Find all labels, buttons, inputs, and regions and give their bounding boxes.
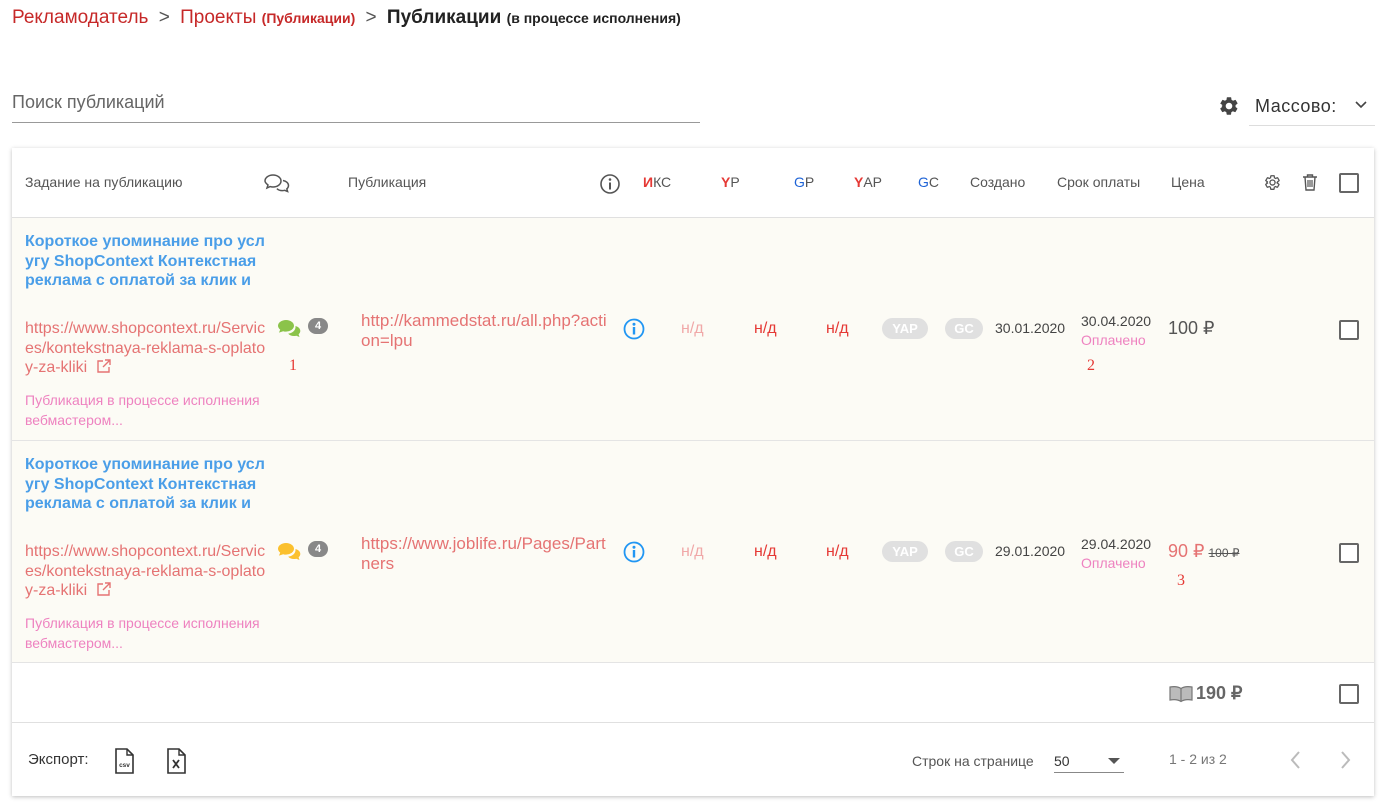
due-date: 29.04.2020 <box>1081 536 1152 552</box>
annotation-marker: 2 <box>1087 357 1095 374</box>
export-label: Экспорт: <box>28 751 89 768</box>
gc-badge: GC <box>945 541 983 562</box>
yr-value: н/д <box>754 320 777 337</box>
comments-count-badge: 4 <box>308 318 328 334</box>
info-icon <box>600 174 620 194</box>
header-gc[interactable]: GC <box>918 174 939 190</box>
created-date: 30.01.2020 <box>995 320 1066 336</box>
price: 100 ₽ <box>1168 318 1215 338</box>
select-all-checkbox[interactable] <box>1339 173 1359 193</box>
status-text: Публикация в процессе исполнения вебмаст… <box>25 615 260 651</box>
settings-icon[interactable] <box>1264 174 1281 191</box>
publications-table: Задание на публикацию Публикация ИКС YР … <box>12 148 1374 796</box>
paid-status: Оплачено <box>1081 332 1146 348</box>
paid-status: Оплачено <box>1081 555 1146 571</box>
yap-badge: YAP <box>882 318 928 339</box>
breadcrumb-projects-sub[interactable]: (Публикации) <box>262 10 356 26</box>
yr-value: н/д <box>754 543 777 560</box>
chevron-down-icon <box>1355 101 1367 109</box>
header-publication[interactable]: Публикация <box>348 174 426 190</box>
task-url-link[interactable]: https://www.shopcontext.ru/Services/kont… <box>25 319 270 378</box>
header-due[interactable]: Срок оплаты <box>1057 174 1140 190</box>
chevron-left-icon[interactable] <box>1286 749 1306 771</box>
breadcrumb-projects-label[interactable]: Проекты <box>180 7 256 28</box>
gear-icon[interactable] <box>1218 95 1240 117</box>
header-task[interactable]: Задание на публикацию <box>25 174 183 190</box>
old-price: 100 ₽ <box>1208 546 1240 560</box>
task-url-link[interactable]: https://www.shopcontext.ru/Services/kont… <box>25 542 270 601</box>
header-price[interactable]: Цена <box>1171 174 1205 190</box>
yap-badge: YAP <box>882 541 928 562</box>
table-header: Задание на публикацию Публикация ИКС YР … <box>12 148 1374 218</box>
total-sum: 190 ₽ <box>1168 683 1243 704</box>
breadcrumb-separator: > <box>365 7 377 28</box>
info-icon[interactable] <box>623 541 645 563</box>
chevron-right-icon[interactable] <box>1335 749 1355 771</box>
task-title-link[interactable]: Короткое упоминание про услугу ShopConte… <box>25 232 270 291</box>
breadcrumb-projects[interactable]: Проекты (Публикации) <box>180 7 355 28</box>
row-checkbox[interactable] <box>1339 543 1359 563</box>
table-row: Короткое упоминание про услугу ShopConte… <box>12 441 1374 663</box>
annotation-marker: 1 <box>289 357 297 374</box>
publication-url-link[interactable]: http://kammedstat.ru/all.php?action=lpu <box>361 311 609 351</box>
trash-icon[interactable] <box>1302 173 1318 191</box>
task-title-link[interactable]: Короткое упоминание про услугу ShopConte… <box>25 455 270 514</box>
header-yap[interactable]: YАР <box>854 174 882 190</box>
external-link-icon[interactable] <box>96 358 112 374</box>
gr-value: н/д <box>826 543 849 560</box>
breadcrumb-advertiser[interactable]: Рекламодатель <box>12 7 148 28</box>
header-gr[interactable]: GР <box>794 174 814 190</box>
iks-value: н/д <box>681 543 704 560</box>
caret-down-icon <box>1108 758 1120 764</box>
discounted-price: 90 ₽ <box>1168 541 1205 561</box>
comments-count-badge: 4 <box>308 541 328 557</box>
breadcrumb-separator: > <box>158 7 170 28</box>
gc-badge: GC <box>945 318 983 339</box>
due-date: 30.04.2020 <box>1081 313 1152 329</box>
book-icon <box>1169 685 1193 702</box>
header-yr[interactable]: YР <box>721 174 740 190</box>
annotation-marker: 3 <box>1177 572 1185 589</box>
table-row: Короткое упоминание про услугу ShopConte… <box>12 218 1374 441</box>
chat-bubble-icon[interactable] <box>276 318 302 340</box>
search-input[interactable] <box>12 86 700 123</box>
header-iks[interactable]: ИКС <box>643 174 671 190</box>
total-checkbox[interactable] <box>1339 684 1359 704</box>
pagination-range: 1 - 2 из 2 <box>1169 751 1227 767</box>
page-title: Публикации <box>386 7 502 28</box>
created-date: 29.01.2020 <box>995 543 1066 559</box>
total-sum-value: 190 ₽ <box>1196 683 1243 703</box>
gr-value: н/д <box>826 320 849 337</box>
rows-per-page-label: Строк на странице <box>912 753 1034 769</box>
iks-value: н/д <box>681 320 704 337</box>
info-icon[interactable] <box>623 318 645 340</box>
external-link-icon[interactable] <box>96 581 112 597</box>
mass-actions-select[interactable]: Массово: <box>1249 88 1375 126</box>
csv-file-icon[interactable]: csv <box>113 748 135 774</box>
publication-url-link[interactable]: https://www.joblife.ru/Pages/Partners <box>361 534 609 574</box>
comments-icon <box>264 174 290 193</box>
row-checkbox[interactable] <box>1339 320 1359 340</box>
status-text: Публикация в процессе исполнения вебмаст… <box>25 392 260 428</box>
total-row: 190 ₽ <box>12 663 1374 723</box>
breadcrumb: Рекламодатель > Проекты (Публикации) > П… <box>12 6 681 30</box>
table-footer: Экспорт: csv Строк на странице 50 1 - 2 … <box>12 723 1374 796</box>
chat-bubble-icon[interactable] <box>276 541 302 563</box>
mass-actions-label: Массово: <box>1255 96 1337 116</box>
svg-text:csv: csv <box>119 762 130 769</box>
xls-file-icon[interactable] <box>165 748 187 774</box>
rows-per-page-select[interactable]: 50 <box>1054 747 1124 773</box>
price: 90 ₽100 ₽ <box>1168 541 1239 562</box>
header-created[interactable]: Создано <box>970 174 1025 190</box>
rows-per-page-value: 50 <box>1054 753 1070 769</box>
page-subtitle: (в процессе исполнения) <box>506 10 681 26</box>
